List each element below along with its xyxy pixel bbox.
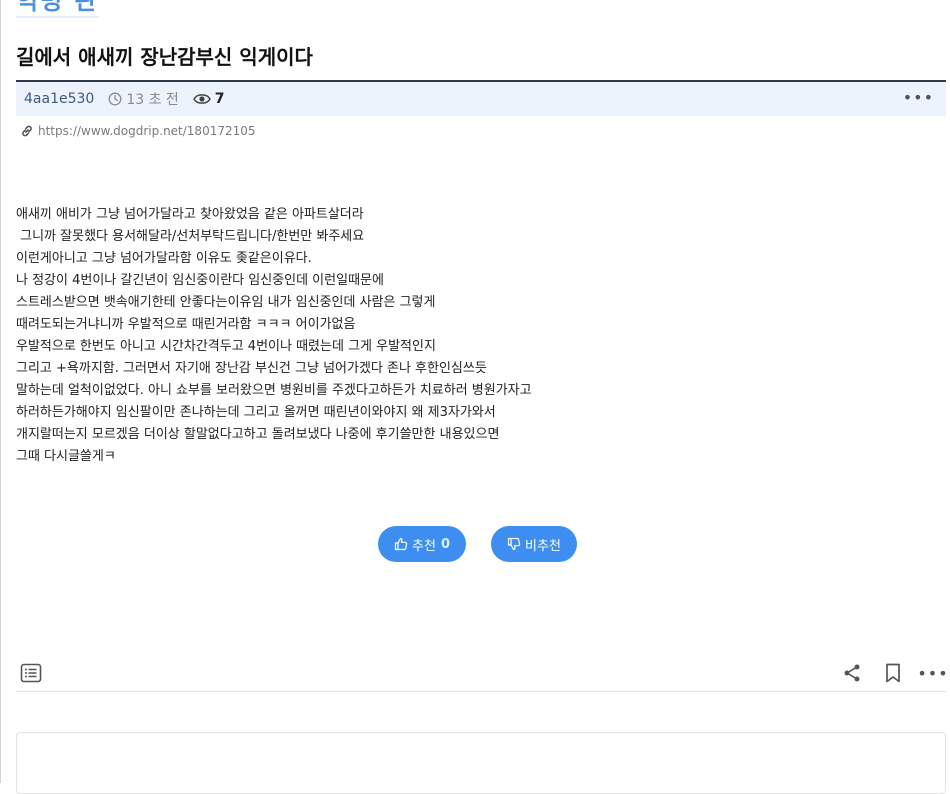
content-line: 때려도되는거냐니까 우발적으로 때린거라함 ㅋㅋㅋ 어이가없음 xyxy=(16,317,356,332)
post-time-text: 13 초 전 xyxy=(126,92,179,108)
post-more-button[interactable]: ••• xyxy=(903,90,934,106)
page-left-border xyxy=(0,0,1,783)
view-count-text: 7 xyxy=(214,91,225,107)
post-bottom-toolbar: ••• xyxy=(16,656,948,690)
content-line: 스트레스받으면 뱃속애기한테 안좋다는이유임 내가 임신중인데 사람은 그렇게 xyxy=(16,295,436,310)
downvote-button[interactable]: 비추천 xyxy=(491,526,577,562)
post-time: 13 초 전 xyxy=(108,89,179,109)
share-button[interactable] xyxy=(839,660,865,686)
content-line: 나 정강이 4번이나 갈긴년이 임신중이란다 임신중인데 이런일때문에 xyxy=(16,273,384,288)
content-line: 그니까 잘못했다 용서해달라/선처부탁드립니다/한번만 봐주세요 xyxy=(16,229,365,244)
share-icon xyxy=(844,664,860,682)
eye-icon xyxy=(192,94,211,104)
board-title[interactable]: 익명 판 xyxy=(16,0,99,18)
list-button[interactable] xyxy=(18,660,44,686)
content-line: 애새끼 애비가 그냥 넘어가달라고 찾아왔었음 같은 아파트살더라 xyxy=(16,207,364,222)
downvote-label: 비추천 xyxy=(525,538,561,554)
list-icon xyxy=(20,663,42,683)
content-line: 하러하든가해야지 임신팔이만 존나하는데 그리고 올꺼면 때린년이와야지 왜 제… xyxy=(16,405,496,420)
upvote-label: 추천 xyxy=(412,538,436,554)
thumbs-up-icon xyxy=(394,537,408,551)
content-line: 이런게아니고 그냥 넘어가달라함 이유도 좆같은이유다. xyxy=(16,251,312,266)
clock-icon xyxy=(108,92,122,106)
post-title: 길에서 애새끼 장난감부신 익게이다 xyxy=(16,45,313,69)
view-count: 7 xyxy=(192,91,225,107)
post-content: 애새끼 애비가 그냥 넘어가달라고 찾아왔었음 같은 아파트살더라 그니까 잘못… xyxy=(16,204,916,468)
post-meta-bar: 4aa1e530 13 초 전 7 ••• xyxy=(16,82,946,116)
author-name[interactable]: 4aa1e530 xyxy=(24,91,94,107)
link-icon xyxy=(22,125,32,137)
bookmark-button[interactable] xyxy=(880,660,906,686)
thumbs-down-icon xyxy=(507,537,521,551)
upvote-count: 0 xyxy=(440,536,450,552)
bottom-more-button[interactable]: ••• xyxy=(917,660,947,686)
content-line: 우발적으로 한번도 아니고 시간차간격두고 4번이나 때렸는데 그게 우발적인지 xyxy=(16,339,436,354)
content-line: 말하는데 얼척이없었다. 아니 쇼부를 보러왔으면 병원비를 주겠다고하든가 치… xyxy=(16,383,532,398)
post-url-row[interactable]: https://www.dogdrip.net/180172105 xyxy=(20,124,256,138)
post-url[interactable]: https://www.dogdrip.net/180172105 xyxy=(38,124,256,138)
bookmark-icon xyxy=(886,663,900,683)
content-line: 그리고 +욕까지함. 그러면서 자기애 장난감 부신건 그냥 넘어가겠다 존나 … xyxy=(16,361,487,376)
comment-box[interactable] xyxy=(16,732,946,794)
bottom-divider xyxy=(16,691,946,692)
content-line: 개지랄떠는지 모르겠음 더이상 할말없다고하고 돌려보냈다 나중에 후기쓸만한 … xyxy=(16,427,500,442)
upvote-button[interactable]: 추천 0 xyxy=(378,526,466,562)
content-line: 그때 다시글쓸게ㅋ xyxy=(16,449,116,464)
